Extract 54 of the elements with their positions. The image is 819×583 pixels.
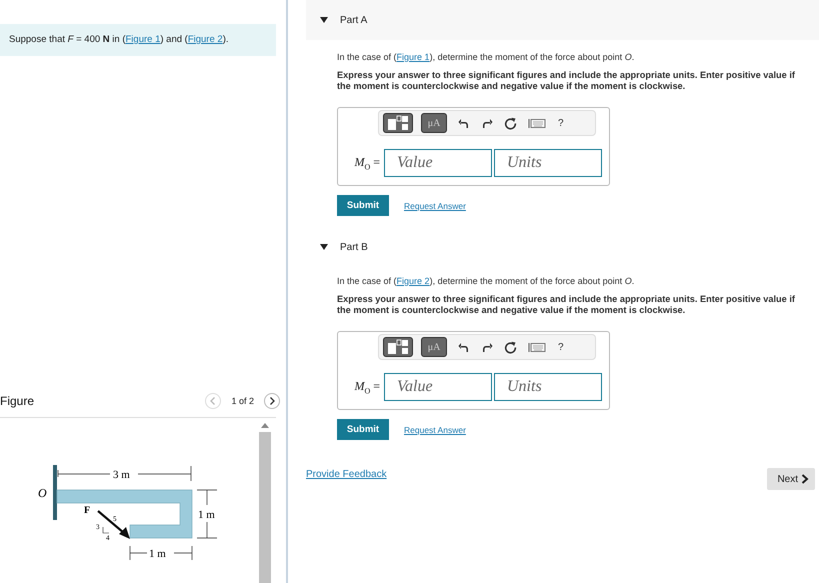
collapse-icon xyxy=(320,244,328,250)
figure-link[interactable]: Figure 2 xyxy=(396,276,430,286)
dimension-line xyxy=(130,546,192,560)
figure-link[interactable]: Figure 1 xyxy=(396,52,430,62)
undo-icon[interactable] xyxy=(458,117,470,129)
units-field[interactable]: Units xyxy=(494,373,602,401)
part-header[interactable]: Part A xyxy=(306,0,819,40)
figure-link[interactable]: Figure 2 xyxy=(188,34,223,45)
request-answer-link[interactable]: Request Answer xyxy=(404,424,466,434)
chevron-right-icon xyxy=(267,396,277,406)
dimension-label: 3 m xyxy=(113,469,130,481)
submit-button[interactable]: Submit xyxy=(337,419,389,440)
redo-icon[interactable] xyxy=(481,117,493,129)
request-answer-link[interactable]: Request Answer xyxy=(404,200,466,210)
force-arrow xyxy=(97,510,130,539)
redo-icon[interactable] xyxy=(481,341,493,353)
collapse-icon xyxy=(320,17,328,23)
undo-icon[interactable] xyxy=(458,341,470,353)
reset-icon[interactable] xyxy=(504,116,517,130)
template-icon xyxy=(387,115,409,131)
help-button[interactable]: ? xyxy=(554,342,568,352)
value-field[interactable]: Value xyxy=(384,149,492,177)
figure-link[interactable]: Figure 1 xyxy=(126,34,160,45)
page-counter: 1 of 2 xyxy=(231,396,254,406)
keyboard-icon[interactable] xyxy=(528,118,546,128)
next-figure-button[interactable] xyxy=(264,393,280,409)
feedback-link[interactable]: Provide Feedback xyxy=(306,468,387,480)
template-icon xyxy=(387,339,409,355)
instructions-text: Express your answer to three significant figures and include the appropriate units. Enter positive value if the moment is counterclockwise and negative value if the moment is clockwise. xyxy=(337,294,796,316)
reset-icon[interactable] xyxy=(504,340,517,354)
variable-label: M$_{O}$ = xyxy=(353,378,381,396)
dimension-label: 1 m xyxy=(149,548,166,560)
dimension-line xyxy=(196,490,218,538)
value-field[interactable]: Value xyxy=(384,373,492,401)
template-button[interactable] xyxy=(383,113,413,133)
units-field[interactable]: Units xyxy=(494,149,602,177)
figure-title: Figure xyxy=(0,394,34,408)
help-button[interactable]: ? xyxy=(554,118,568,128)
variable-label: M$_{O}$ = xyxy=(353,154,381,172)
problem-statement: Suppose that F = 400 N in (Figure 1) and (Figure 2). xyxy=(0,24,276,56)
scroll-up-icon xyxy=(261,422,269,428)
next-button[interactable]: Next xyxy=(767,468,815,490)
point-label: O xyxy=(38,486,47,500)
chevron-right-icon xyxy=(801,474,809,484)
question-text: In the case of (Figure 2), determine the moment of the force about point O. xyxy=(337,276,636,286)
units-button[interactable]: μA xyxy=(421,113,447,133)
dimension-label: 1 m xyxy=(198,509,215,521)
submit-button[interactable]: Submit xyxy=(337,195,389,216)
instructions-text: Express your answer to three significant figures and include the appropriate units. Enter positive value if the moment is counterclockwise and negative value if the moment is clockwise. xyxy=(337,70,796,92)
keyboard-icon[interactable] xyxy=(528,342,546,352)
force-label: F xyxy=(84,505,90,516)
question-text: In the case of (Figure 1), determine the moment of the force about point O. xyxy=(337,52,636,62)
units-button[interactable]: μA xyxy=(421,337,447,357)
template-button[interactable] xyxy=(383,337,413,357)
